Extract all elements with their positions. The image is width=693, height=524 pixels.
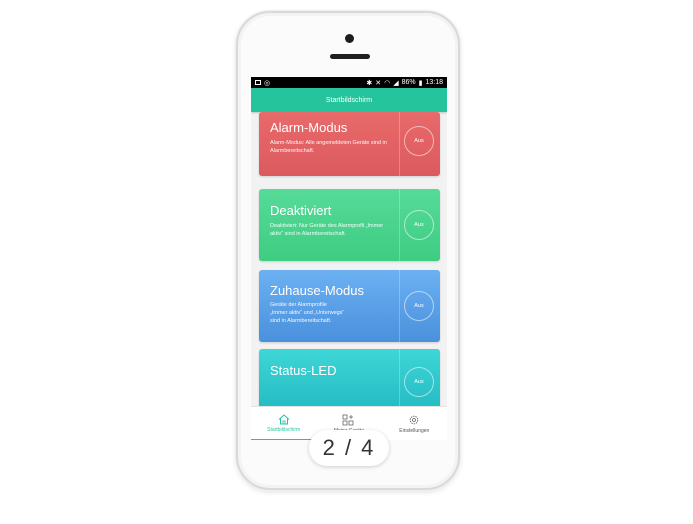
nav-label: Einstellungen [399,428,430,434]
card-description: Deaktiviert: Nur Geräte des Alarmprofil … [270,223,384,237]
signal-icon: ◢ [393,79,399,87]
mute-icon: ✕ [375,79,382,87]
devices-grid-icon [343,414,354,426]
card-divider [399,112,400,176]
card-description-line: sind in Alarmbereitschaft. [270,318,332,324]
card-description: Geräte der Alarmprofile „Immer aktiv“ un… [270,301,395,325]
gear-icon [410,415,419,425]
card-title: Alarm-Modus [270,120,348,135]
nav-label: Startbildschirm [267,426,301,433]
app-bar: Startbildschirm [251,88,447,112]
card-divider [399,270,400,342]
whatsapp-icon: ◎ [264,79,271,87]
battery-icon: ▮ [418,79,423,87]
front-camera [345,34,354,43]
deactivated-card[interactable]: Deaktiviert Deaktiviert: Nur Geräte des … [259,189,440,261]
alarm-mode-card[interactable]: Alarm-Modus Alarm-Modus: Alle angemeldet… [259,112,440,176]
card-divider [399,349,400,409]
deactivated-toggle-button[interactable]: Aus [404,210,434,240]
card-description-line: Geräte der Alarmprofile [270,302,327,308]
home-mode-card[interactable]: Zuhause-Modus Geräte der Alarmprofile „I… [259,270,440,342]
home-mode-toggle-button[interactable]: Aus [404,291,434,321]
card-description: Alarm-Modus: Alle angemeldeten Geräte si… [270,140,387,154]
card-title: Zuhause-Modus [270,283,364,298]
status-bar: ◎ ✱ ✕ ◠ ◢ 86% ▮ 13:18 [251,77,447,88]
mode-cards: Alarm-Modus Alarm-Modus: Alle angemeldet… [251,112,447,409]
phone-frame: ◎ ✱ ✕ ◠ ◢ 86% ▮ 13:18 Startbildschirm Al… [236,11,460,490]
page-indicator: 2 / 4 [309,430,389,466]
card-title: Deaktiviert [270,203,332,218]
wifi-icon: ◠ [384,79,391,87]
bluetooth-icon: ✱ [366,79,373,87]
status-led-card[interactable]: Status-LED Aus [259,349,440,409]
card-divider [399,189,400,261]
home-icon [278,413,289,424]
page-title: Startbildschirm [325,96,373,104]
status-time: 13:18 [425,79,443,86]
card-title: Status-LED [270,363,337,378]
alarm-mode-toggle-button[interactable]: Aus [404,126,434,156]
card-description-line: „Immer aktiv“ und „Unterwegs“ [270,310,345,316]
phone-screen: ◎ ✱ ✕ ◠ ◢ 86% ▮ 13:18 Startbildschirm Al… [251,77,447,440]
image-icon [255,80,261,85]
battery-percent: 86% [401,79,416,86]
nav-home[interactable]: Startbildschirm [251,407,317,440]
status-led-toggle-button[interactable]: Aus [404,367,434,397]
nav-settings[interactable]: Einstellungen [382,407,447,440]
earpiece-speaker [330,54,370,59]
